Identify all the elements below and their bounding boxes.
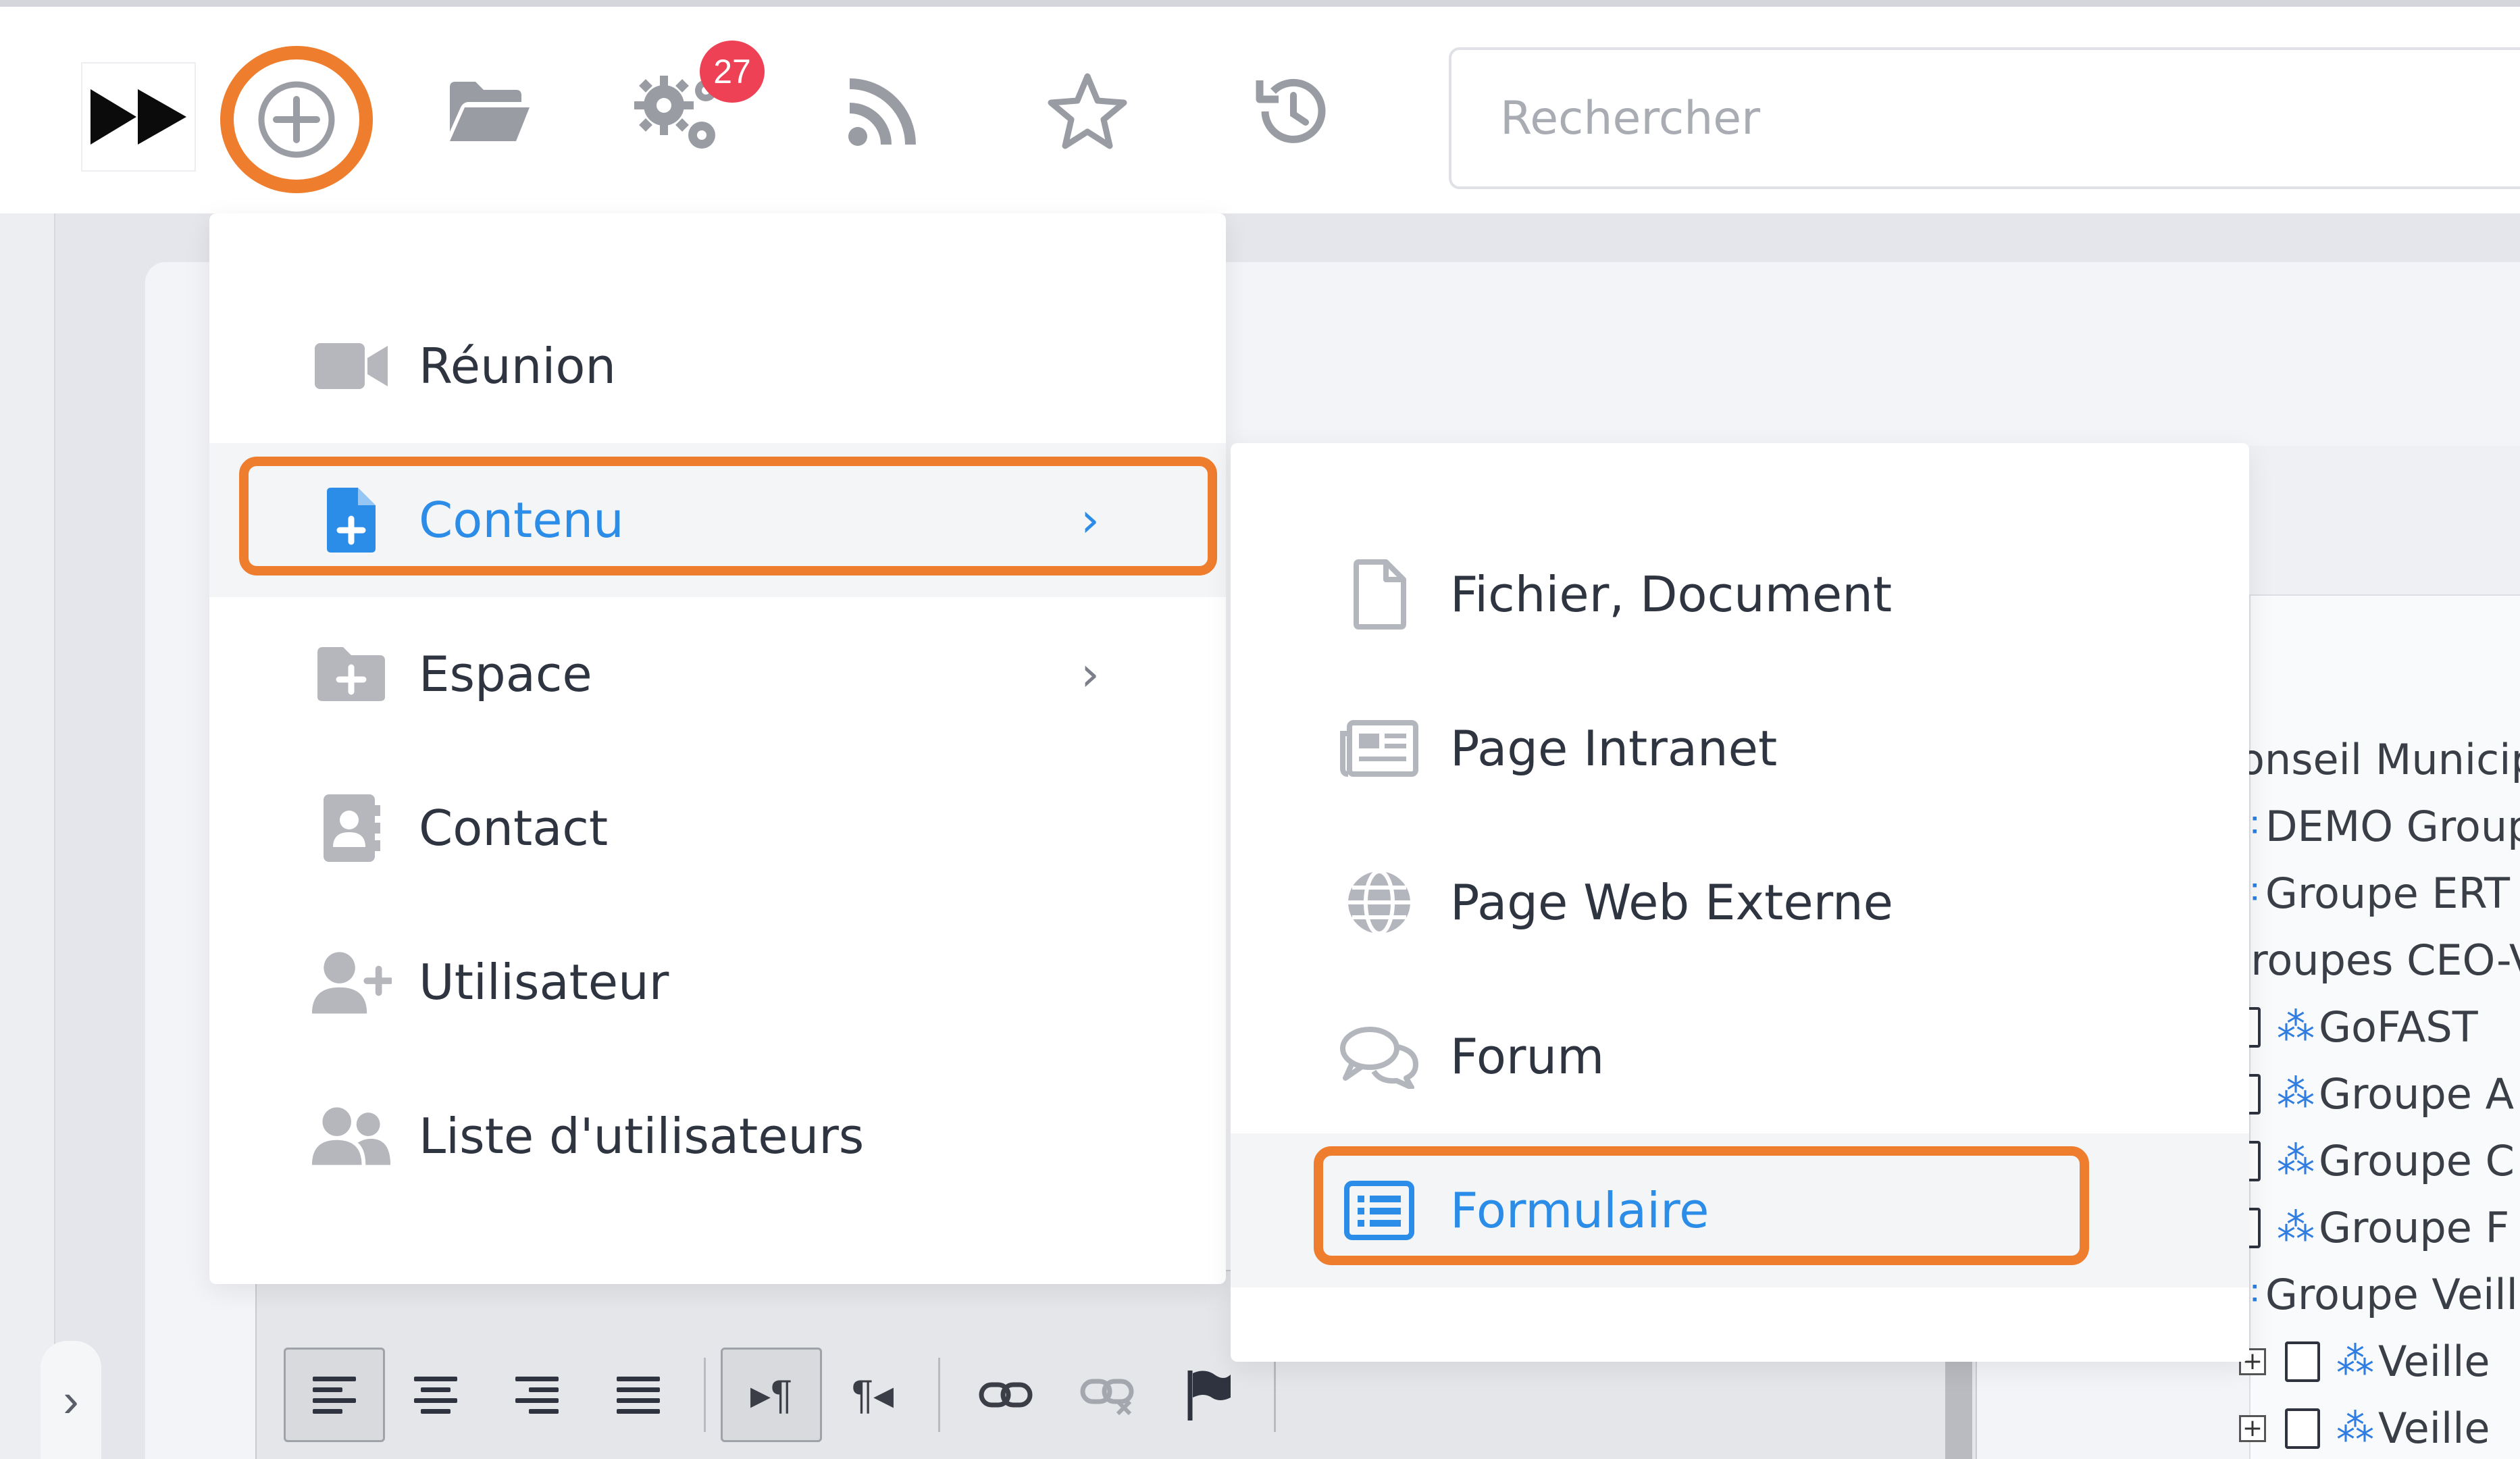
flag-anchor-icon[interactable]	[1158, 1348, 1259, 1442]
submenu-item-label: Formulaire	[1450, 1182, 1709, 1239]
submenu-item-label: Page Intranet	[1450, 720, 1778, 777]
ltr-paragraph-icon[interactable]: ▸¶	[721, 1348, 822, 1442]
menu-item-label: Contact	[419, 800, 609, 856]
tree-row[interactable]: ⁂ Groupe C	[2226, 1127, 2520, 1194]
list-form-icon	[1335, 1167, 1423, 1254]
plus-icon	[258, 81, 335, 158]
tree-row-label: Groupe F	[2319, 1203, 2510, 1252]
tree-row[interactable]: ⁖ Groupe Veill	[2239, 1261, 2520, 1328]
align-right-icon[interactable]	[486, 1348, 588, 1442]
create-button[interactable]	[220, 46, 373, 193]
tree-row[interactable]: ⁂ Groupe F	[2226, 1194, 2520, 1261]
tree-row-label: Groupe ERT	[2265, 869, 2511, 918]
users-icon: ⁂	[2277, 1206, 2315, 1250]
sidebar-expand-chevron-icon[interactable]: ›	[41, 1341, 101, 1459]
menu-item-label: Réunion	[419, 338, 617, 394]
history-icon[interactable]	[1240, 61, 1341, 162]
tree-row-label: Veille	[2378, 1337, 2490, 1386]
menu-item-label: Utilisateur	[419, 954, 669, 1010]
left-rail	[0, 213, 55, 1459]
folder-open-icon[interactable]	[439, 61, 540, 162]
tree-row[interactable]: iroupes CEO-V	[2239, 927, 2520, 994]
submenu-item-forum[interactable]: Forum	[1231, 979, 2249, 1133]
tree-row[interactable]: ⁂ GoFAST	[2226, 994, 2520, 1060]
toolbar-divider	[1274, 1358, 1276, 1432]
submenu-item-formulaire[interactable]: Formulaire	[1231, 1133, 2249, 1287]
submenu-item-label: Fichier, Document	[1450, 566, 1893, 623]
tree-row-label: GoFAST	[2319, 1002, 2478, 1052]
folder-plus-icon	[311, 634, 392, 715]
menu-item-espace[interactable]: Espace ›	[209, 597, 1226, 751]
fast-forward-logo[interactable]	[81, 62, 196, 172]
menu-item-utilisateur[interactable]: Utilisateur	[209, 905, 1226, 1059]
create-dropdown-menu: Réunion Contenu › Espace › Contact Utili…	[209, 213, 1226, 1284]
menu-item-contact[interactable]: Contact	[209, 751, 1226, 905]
tree-checkbox[interactable]	[2285, 1408, 2320, 1449]
toolbar-divider	[704, 1358, 706, 1432]
search-input[interactable]	[1449, 47, 2520, 189]
newspaper-icon	[1335, 705, 1423, 792]
file-icon	[1335, 551, 1423, 638]
tree-row[interactable]: onseil Municip	[2239, 726, 2520, 793]
chevron-right-icon: ›	[1081, 646, 1100, 702]
top-bar: 27	[0, 0, 2520, 213]
submenu-item-label: Page Web Externe	[1450, 874, 1893, 931]
tree-row-label: Groupe C	[2319, 1136, 2515, 1185]
toolbar-divider	[938, 1358, 940, 1432]
right-panel-header	[2249, 446, 2520, 596]
menu-item-label: Liste d'utilisateurs	[419, 1108, 865, 1164]
address-book-icon	[311, 788, 392, 869]
users-icon: ⁂	[2277, 1005, 2315, 1049]
align-left-icon[interactable]	[284, 1348, 385, 1442]
groups-tree: onseil Municip ⁖ DEMO Group ⁖ Groupe ERT i…	[2226, 726, 2520, 1459]
link-icon[interactable]	[955, 1348, 1056, 1442]
users-icon	[311, 1096, 392, 1177]
editor-toolbar: ▸¶ ¶◂	[284, 1344, 1291, 1445]
submenu-item-page-intranet[interactable]: Page Intranet	[1231, 671, 2249, 825]
tree-row[interactable]: + ⁂ Veille	[2239, 1395, 2520, 1459]
expand-plus-icon[interactable]: +	[2239, 1414, 2266, 1442]
submenu-item-page-web-externe[interactable]: Page Web Externe	[1231, 825, 2249, 979]
align-justify-icon[interactable]	[588, 1348, 689, 1442]
contenu-submenu: Fichier, Document Page Intranet Page Web…	[1231, 443, 2249, 1362]
tree-row-label: Groupe Veill	[2265, 1270, 2518, 1319]
globe-icon	[1335, 859, 1423, 946]
tree-row[interactable]: ⁖ DEMO Group	[2239, 793, 2520, 860]
menu-item-reunion[interactable]: Réunion	[209, 289, 1226, 443]
video-camera-icon	[311, 326, 392, 407]
submenu-item-label: Forum	[1450, 1028, 1605, 1085]
menu-item-label: Contenu	[419, 492, 624, 548]
tree-row-label: DEMO Group	[2265, 802, 2520, 851]
users-icon: ⁂	[2336, 1339, 2374, 1383]
comments-icon	[1335, 1013, 1423, 1100]
align-center-icon[interactable]	[385, 1348, 486, 1442]
unlink-icon[interactable]	[1056, 1348, 1158, 1442]
tree-checkbox[interactable]	[2285, 1341, 2320, 1382]
menu-item-label: Espace	[419, 646, 592, 702]
tree-row[interactable]: ⁖ Groupe ERT	[2239, 860, 2520, 927]
users-icon: ⁂	[2336, 1406, 2374, 1450]
tree-row-label: iroupes CEO-V	[2239, 936, 2520, 985]
tree-row-label: Veille	[2378, 1404, 2490, 1453]
file-plus-icon	[311, 480, 392, 561]
tree-row[interactable]: ⁂ Groupe A	[2226, 1060, 2520, 1127]
star-icon[interactable]	[1037, 61, 1138, 162]
notification-badge: 27	[700, 41, 765, 103]
users-icon: ⁂	[2277, 1072, 2315, 1116]
app-screen: ▸¶ ¶◂ › onseil Municip ⁖ DEMO Group ⁖ Grou…	[0, 0, 2520, 1459]
menu-item-liste-utilisateurs[interactable]: Liste d'utilisateurs	[209, 1059, 1226, 1213]
rtl-paragraph-icon[interactable]: ¶◂	[822, 1348, 923, 1442]
user-plus-icon	[311, 942, 392, 1023]
tree-row-label: Groupe A	[2319, 1069, 2515, 1119]
rss-icon[interactable]	[832, 61, 933, 162]
submenu-item-fichier-document[interactable]: Fichier, Document	[1231, 517, 2249, 671]
tree-row-label: onseil Municip	[2239, 735, 2520, 784]
tree-row[interactable]: + ⁂ Veille	[2239, 1328, 2520, 1395]
users-icon: ⁂	[2277, 1139, 2315, 1183]
chevron-right-icon: ›	[1081, 492, 1100, 548]
menu-item-contenu[interactable]: Contenu ›	[209, 443, 1226, 597]
